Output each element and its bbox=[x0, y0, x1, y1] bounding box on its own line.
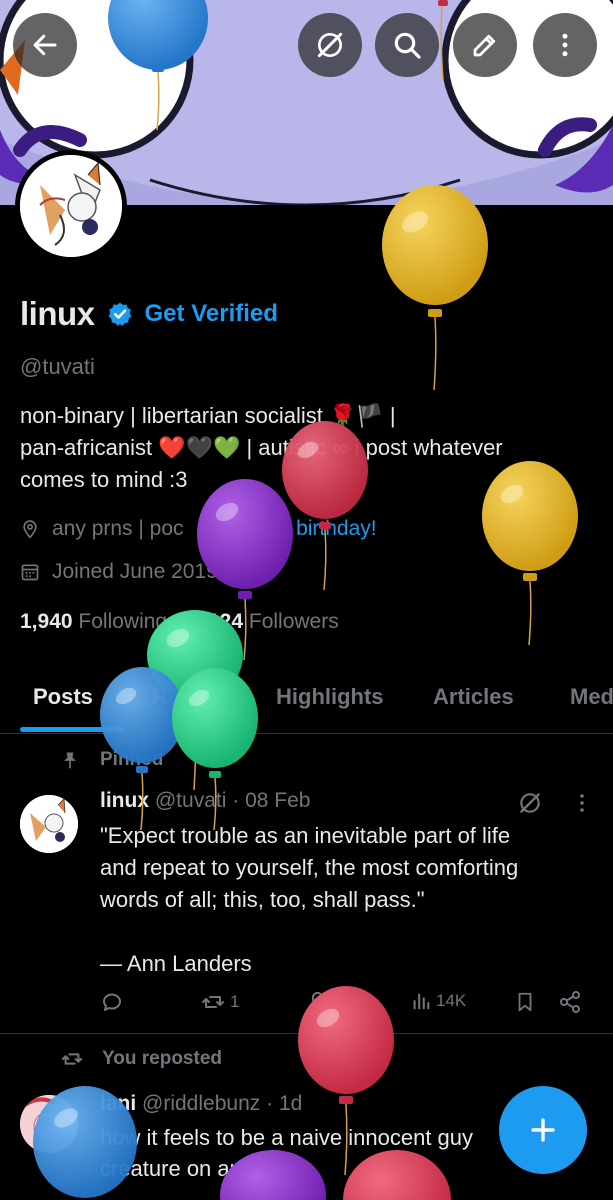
share-button[interactable] bbox=[558, 990, 582, 1014]
name-row: linux Get Verified bbox=[20, 295, 278, 333]
views-bars-icon bbox=[413, 993, 430, 1010]
grok-button[interactable] bbox=[298, 13, 362, 77]
profile-tabs: Posts Replies Highlights Articles Media bbox=[0, 668, 613, 734]
bio-line: comes to mind :3 bbox=[20, 467, 188, 492]
repost-button[interactable]: 1 bbox=[200, 990, 239, 1014]
pinned-label-row: Pinned bbox=[60, 749, 163, 771]
balloon-yellow bbox=[382, 185, 488, 391]
birthday-text: Happy birthday! bbox=[229, 517, 377, 540]
repost-label-row: You reposted bbox=[60, 1048, 222, 1070]
share-icon bbox=[560, 991, 580, 1013]
profile-meta-row: any prns | poc Happy birthday! bbox=[20, 517, 377, 541]
location-pin-icon bbox=[23, 520, 37, 539]
followers-link[interactable]: 1,124 Followers bbox=[190, 610, 338, 633]
more-vertical-icon[interactable] bbox=[575, 792, 589, 814]
post-author-avatar[interactable] bbox=[20, 795, 78, 853]
repost-icon bbox=[61, 1053, 83, 1065]
verified-badge-icon bbox=[108, 302, 131, 326]
repost-count: 1 bbox=[230, 992, 240, 1011]
post-author-avatar[interactable] bbox=[20, 1095, 78, 1153]
post-divider bbox=[0, 1033, 613, 1034]
pronouns-text: any prns | poc bbox=[52, 517, 184, 540]
joined-row: Joined June 2019 bbox=[20, 560, 218, 584]
balloon-icon bbox=[201, 519, 214, 538]
post-actions: 1 15 14K bbox=[100, 990, 590, 1020]
active-tab-indicator bbox=[20, 727, 124, 732]
more-options-button[interactable] bbox=[533, 13, 597, 77]
grok-icon bbox=[317, 32, 343, 58]
reply-button[interactable] bbox=[100, 990, 124, 1014]
profile-avatar[interactable] bbox=[15, 150, 127, 262]
grok-icon[interactable] bbox=[517, 790, 543, 816]
follow-stats: 1,940 Following 1,124 Followers bbox=[20, 610, 339, 634]
tab-replies[interactable]: Replies bbox=[152, 684, 230, 710]
profile-handle: @tuvati bbox=[20, 354, 95, 379]
post-author-handle: @tuvati bbox=[154, 789, 227, 812]
heart-icon bbox=[311, 991, 333, 1012]
post-author-name[interactable]: lani bbox=[100, 1092, 136, 1115]
avatar-illustration bbox=[20, 795, 78, 853]
bookmark-button[interactable] bbox=[514, 990, 536, 1014]
calendar-icon bbox=[21, 564, 39, 581]
post-separator: · bbox=[232, 789, 240, 812]
followers-label: Followers bbox=[248, 610, 339, 633]
more-vertical-icon bbox=[562, 33, 568, 57]
post-text-line: — Ann Landers bbox=[100, 951, 252, 976]
post-header: linux @tuvati · 08 Feb bbox=[100, 789, 310, 813]
compose-button[interactable] bbox=[499, 1086, 587, 1174]
like-count: 15 bbox=[338, 992, 357, 1011]
arrow-left-icon bbox=[33, 34, 57, 56]
tab-articles[interactable]: Articles bbox=[433, 684, 514, 710]
avatar-illustration bbox=[20, 155, 122, 257]
post-text-line: "Expect trouble as an inevitable part of… bbox=[100, 823, 511, 848]
search-icon bbox=[394, 32, 421, 59]
like-button[interactable]: 15 bbox=[310, 990, 357, 1014]
bio-line: pan-africanist ❤️🖤💚 | autistic ∞ i post … bbox=[20, 435, 503, 460]
tab-posts[interactable]: Posts bbox=[33, 684, 93, 710]
back-button[interactable] bbox=[13, 13, 77, 77]
followers-count: 1,124 bbox=[190, 610, 244, 633]
views-button[interactable]: 14K bbox=[410, 990, 466, 1012]
joined-text: Joined June 2019 bbox=[52, 560, 218, 583]
edit-profile-button[interactable] bbox=[453, 13, 517, 77]
following-label: Following bbox=[78, 610, 168, 633]
get-verified-link[interactable]: Get Verified bbox=[145, 300, 278, 328]
repost-icon bbox=[202, 996, 224, 1008]
edit-pencil-icon bbox=[473, 34, 496, 57]
views-count: 14K bbox=[436, 991, 467, 1010]
following-count: 1,940 bbox=[20, 610, 73, 633]
post-text-line: words of all; this, too, shall pass." bbox=[100, 887, 425, 912]
post-text-line bbox=[100, 916, 600, 948]
post-text: "Expect trouble as an inevitable part of… bbox=[100, 820, 600, 980]
post-author-handle: @riddlebunz bbox=[142, 1092, 261, 1115]
post-header: lani @riddlebunz · 1d bbox=[100, 1092, 302, 1116]
search-button[interactable] bbox=[375, 13, 439, 77]
profile-bio: non-binary | libertarian socialist 🌹🏴 | … bbox=[20, 400, 590, 496]
bio-line: non-binary | libertarian socialist 🌹🏴 | bbox=[20, 403, 396, 428]
post-date: 08 Feb bbox=[245, 789, 311, 812]
reply-icon bbox=[103, 993, 121, 1011]
post-separator: · bbox=[266, 1092, 274, 1115]
plus-icon bbox=[531, 1118, 555, 1142]
pinned-label: Pinned bbox=[100, 749, 164, 770]
repost-label: You reposted bbox=[102, 1048, 222, 1069]
tab-media[interactable]: Media bbox=[570, 684, 613, 710]
avatar-illustration bbox=[20, 1095, 78, 1153]
post-author-name[interactable]: linux bbox=[100, 789, 149, 812]
following-link[interactable]: 1,940 Following bbox=[20, 610, 167, 633]
post-text-line: creature on april 1st bbox=[100, 1156, 295, 1181]
post-date: 1d bbox=[278, 1092, 303, 1115]
pin-icon bbox=[64, 752, 76, 769]
display-name: linux bbox=[20, 295, 95, 332]
bookmark-icon bbox=[518, 992, 532, 1012]
tab-highlights[interactable]: Highlights bbox=[276, 684, 384, 710]
post-text-line: and repeat to yourself, the most comfort… bbox=[100, 855, 519, 880]
